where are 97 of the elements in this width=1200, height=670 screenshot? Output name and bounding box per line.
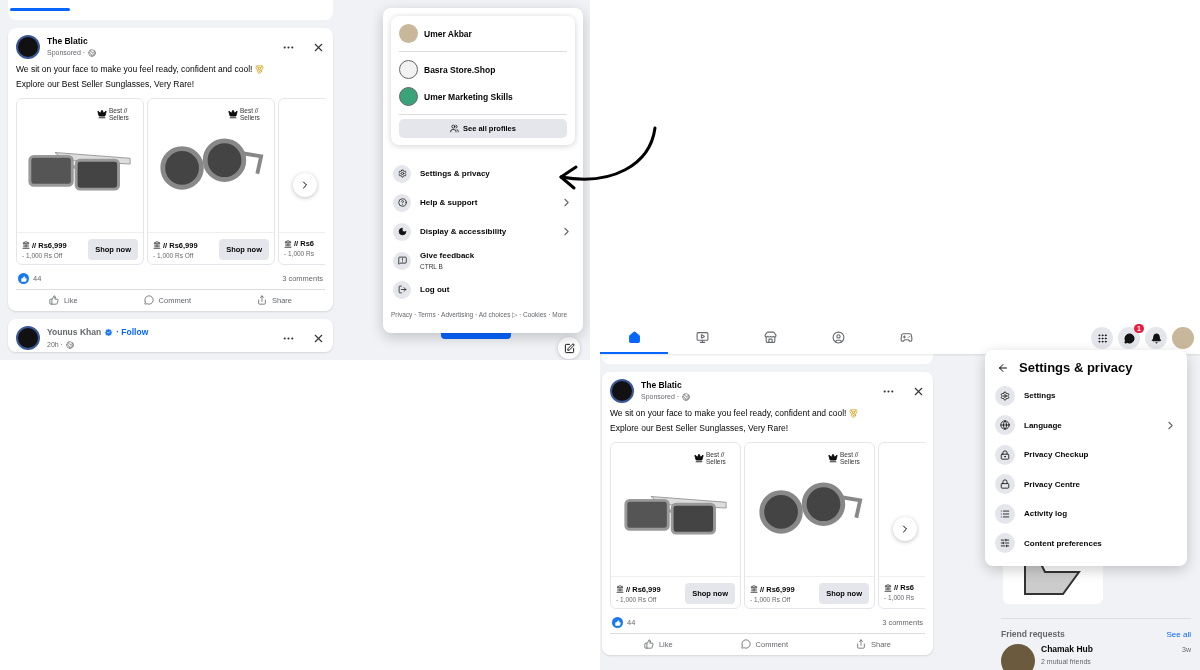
temple-icon [284,239,292,248]
gear-icon [1000,390,1010,401]
verified-icon [104,327,114,337]
messenger-icon [1123,332,1135,344]
post-text: We sit on your face to make you feel ready, confident and cool! [610,408,847,418]
menu-label: Log out [420,285,451,294]
globe-icon [682,393,691,401]
gear-icon [397,169,407,178]
crown-icon [97,109,107,120]
profile-name: Basra Store.Shop [424,64,496,75]
comment-icon [143,295,154,305]
globe-icon [88,49,97,57]
user-avatar [16,326,40,350]
menu-label: Settings & privacy [420,169,491,178]
temple-icon [153,241,161,249]
menu-item[interactable]: Log out [391,275,575,304]
menu-item[interactable]: Settings & privacy [391,159,575,188]
medal-icon [849,408,859,418]
requester-picture [1001,644,1035,670]
moon-icon [397,227,407,236]
menu-item[interactable]: Privacy Centre [993,469,1179,499]
crown-icon [694,453,704,464]
menu-grid-button[interactable] [1091,327,1113,349]
temple-icon [750,585,758,593]
edit-icon [563,342,575,354]
see-all-link[interactable]: See all [1166,629,1191,639]
menu-label: Language [1024,420,1063,430]
store-icon [763,330,777,344]
padlock-icon [1000,449,1010,460]
compose-button[interactable] [558,337,580,359]
medal-icon [255,64,265,74]
notifications-button[interactable] [1145,327,1167,349]
author-name: Younus Khan [47,326,102,338]
comment-icon [740,639,751,649]
thumbs-up-icon [643,639,654,649]
share-icon [856,639,866,649]
menu-label: Content preferences [1024,538,1103,548]
home-icon [627,330,641,344]
help-icon [397,198,407,207]
temple-icon [616,585,624,593]
section-title: Friend requests [1001,629,1065,639]
people-icon [450,124,459,133]
post-text: We sit on your face to make you feel ready, confident and cool! [16,64,253,74]
gamepad-icon [899,330,913,344]
menu-label: Activity log [1024,509,1069,519]
menu-label: Privacy Checkup [1024,450,1090,460]
post-text: Explore our Best Seller Sunglasses, Very Rare! [16,79,195,89]
menu-item[interactable]: Settings [993,381,1179,411]
sliders-icon [1000,538,1010,549]
menu-label: Help & support [420,198,479,207]
profile-item[interactable]: Umer Akbar [399,20,567,47]
menu-item[interactable]: Help & support [391,188,575,217]
crown-icon [228,109,238,120]
menu-label: Display & accessibility [420,227,508,236]
profile-picture [399,60,418,79]
temple-icon [884,583,892,592]
messenger-button[interactable] [1118,327,1140,349]
page-name: The Blatic [47,36,89,47]
menu-item[interactable]: Privacy Checkup [993,440,1179,470]
temple-icon [22,241,30,249]
profile-icon [831,330,845,344]
menu-label: Settings [1024,391,1057,401]
globe-icon [65,340,74,349]
menu-label: Give feedback [420,251,476,260]
list-icon [1000,508,1010,519]
follow-link[interactable]: · Follow [116,326,149,338]
profile-name: Umer Akbar [424,28,472,39]
profile-item[interactable]: Umer Marketing Skills [399,83,567,110]
like-reaction-icon [612,617,623,628]
video-icon [695,330,709,344]
requester-name: Chamak Hub [1041,644,1093,656]
speech-bubble-icon [397,256,407,265]
menu-item[interactable]: Language [993,410,1179,440]
globe-icon [1000,420,1010,431]
logout-icon [397,285,407,294]
grid-icon [1096,332,1108,344]
page-name: The Blatic [641,380,683,391]
menu-item[interactable]: Display & accessibility [391,217,575,246]
crown-icon [828,453,838,464]
profile-picture [399,24,418,43]
menu-title: Settings & privacy [1019,360,1133,375]
bell-icon [1150,332,1162,344]
like-reaction-icon [18,273,29,284]
profile-item[interactable]: Basra Store.Shop [399,56,567,83]
page-avatar [16,35,40,59]
tab-indicator [10,8,70,11]
padlock-icon [1000,479,1010,490]
menu-item[interactable]: Activity log [993,499,1179,529]
profile-picture [399,87,418,106]
post-text: Explore our Best Seller Sunglasses, Very Rare! [610,423,789,433]
back-icon[interactable] [997,361,1009,374]
share-icon [257,295,267,305]
menu-label: Privacy Centre [1024,479,1082,489]
profile-name: Umer Marketing Skills [424,91,513,102]
menu-item[interactable]: Content preferences [993,528,1179,558]
thumbs-up-icon [48,295,59,305]
page-avatar [610,379,634,403]
